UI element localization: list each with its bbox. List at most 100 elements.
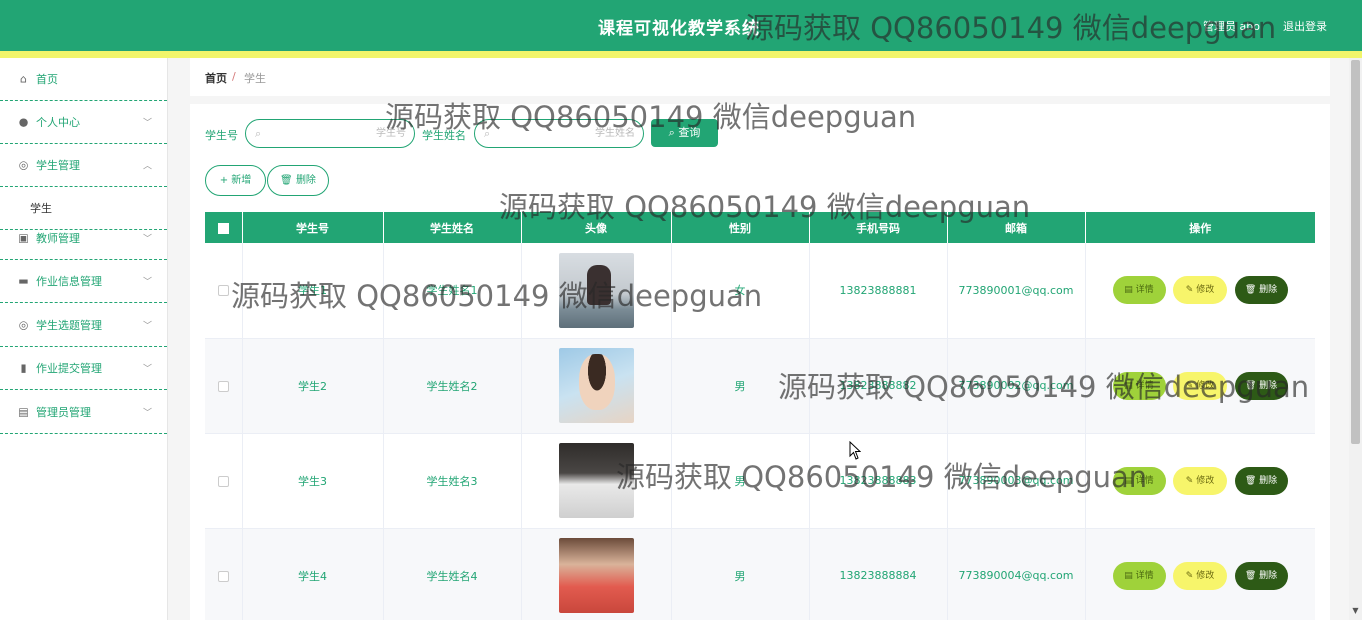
breadcrumb-separator: / xyxy=(232,70,236,83)
sidebar-item-topic-selection[interactable]: ◎ 学生选题管理 ﹀ xyxy=(0,304,167,347)
briefcase-icon: ▬ xyxy=(18,274,29,288)
edit-button[interactable]: ✎ 修改 xyxy=(1173,371,1227,400)
cell-gender: 女 xyxy=(671,243,810,339)
avatar xyxy=(558,443,634,518)
delete-label: 删除 xyxy=(1259,285,1278,296)
row-checkbox[interactable] xyxy=(217,380,229,392)
cell-phone: 13823888882 xyxy=(809,338,948,434)
batch-delete-button[interactable]: 🗑 删除 xyxy=(267,165,329,196)
cell-email: 773890001@qq.com xyxy=(947,243,1086,339)
cell-operations: ▤ 详情 ✎ 修改 🗑 删除 xyxy=(1085,243,1315,339)
main-content: 学生号 ⌕ 学生姓名 ⌕ ⌕ 查询 + 新增 🗑 删除 学生号 学生姓名 头 xyxy=(190,104,1330,620)
delete-label: 删除 xyxy=(1259,475,1278,486)
detail-button[interactable]: ▤ 详情 xyxy=(1112,371,1166,400)
breadcrumb-home[interactable]: 首页 xyxy=(205,70,227,86)
sidebar-item-label: 管理员管理 xyxy=(36,406,91,419)
detail-button[interactable]: ▤ 详情 xyxy=(1112,466,1166,495)
column-header: 邮箱 xyxy=(947,212,1086,243)
student-name-field[interactable]: ⌕ xyxy=(474,119,644,148)
sidebar-item-label: 首页 xyxy=(36,73,58,86)
add-button[interactable]: + 新增 xyxy=(205,165,266,196)
table-row: 学生3 学生姓名3 男 13823888883 773890003@qq.com… xyxy=(205,433,1315,529)
table-header-row: 学生号 学生姓名 头像 性别 手机号码 邮箱 操作 xyxy=(205,212,1315,243)
edit-label: 修改 xyxy=(1196,475,1215,486)
delete-button[interactable]: 🗑 删除 xyxy=(1234,371,1288,400)
delete-button[interactable]: 🗑 删除 xyxy=(1234,276,1288,305)
column-header: 操作 xyxy=(1189,221,1212,235)
sidebar-item-student-management[interactable]: ◎ 学生管理 ︿ xyxy=(0,144,167,187)
edit-label: 修改 xyxy=(1196,380,1215,391)
book-icon: ▮ xyxy=(20,361,27,375)
search-icon: ⌕ xyxy=(255,127,262,140)
delete-label: 删除 xyxy=(1259,380,1278,391)
student-name-label: 学生姓名 xyxy=(422,129,466,142)
table-row: 学生4 学生姓名4 男 13823888884 773890004@qq.com… xyxy=(205,528,1315,620)
sidebar-item-label: 作业提交管理 xyxy=(36,362,102,375)
mouse-cursor-icon xyxy=(849,441,861,460)
cell-student-name: 学生姓名2 xyxy=(383,338,522,434)
detail-button[interactable]: ▤ 详情 xyxy=(1112,561,1166,590)
sidebar-item-profile[interactable]: ● 个人中心 ﹀ xyxy=(0,101,167,144)
detail-label: 详情 xyxy=(1135,380,1154,391)
sidebar-subitem-label: 学生 xyxy=(30,202,52,215)
user-icon: ● xyxy=(18,115,29,129)
select-all-checkbox[interactable] xyxy=(217,222,229,234)
query-button-label: 查询 xyxy=(678,126,701,139)
detail-button[interactable]: ▤ 详情 xyxy=(1112,276,1166,305)
sidebar-item-homework-submission[interactable]: ▮ 作业提交管理 ﹀ xyxy=(0,347,167,390)
cell-email: 773890003@qq.com xyxy=(947,433,1086,529)
logout-link[interactable]: 退出登录 xyxy=(1283,18,1327,34)
sidebar-item-label: 学生管理 xyxy=(36,159,80,172)
row-checkbox[interactable] xyxy=(217,570,229,582)
student-no-label: 学生号 xyxy=(205,129,238,142)
trash-icon: 🗑 xyxy=(280,175,293,186)
query-button[interactable]: ⌕ 查询 xyxy=(651,119,718,147)
cell-student-name: 学生姓名4 xyxy=(383,528,522,620)
cell-phone: 13823888881 xyxy=(809,243,948,339)
delete-button[interactable]: 🗑 删除 xyxy=(1234,561,1288,590)
chevron-down-icon: ﹀ xyxy=(143,321,153,332)
edit-button[interactable]: ✎ 修改 xyxy=(1173,561,1227,590)
sidebar-item-label: 学生选题管理 xyxy=(36,319,102,332)
detail-label: 详情 xyxy=(1135,285,1154,296)
chevron-up-icon: ︿ xyxy=(143,161,153,172)
sidebar-item-label: 作业信息管理 xyxy=(36,275,102,288)
column-header: 学生号 xyxy=(242,212,384,243)
delete-button[interactable]: 🗑 删除 xyxy=(1234,466,1288,495)
column-header: 学生姓名 xyxy=(383,212,522,243)
avatar xyxy=(558,538,634,613)
detail-label: 详情 xyxy=(1135,570,1154,581)
cell-gender: 男 xyxy=(671,433,810,529)
avatar xyxy=(558,348,634,423)
student-no-field[interactable]: ⌕ xyxy=(245,119,415,148)
suitcase-icon: ▤ xyxy=(18,405,29,419)
table-row: 学生2 学生姓名2 男 13823888882 773890002@qq.com… xyxy=(205,338,1315,434)
select-all-header[interactable] xyxy=(205,212,243,243)
student-no-input[interactable] xyxy=(268,124,406,143)
app-title: 课程可视化教学系统 xyxy=(598,19,760,39)
sidebar-item-home[interactable]: ⌂ 首页 xyxy=(0,58,167,101)
row-checkbox[interactable] xyxy=(217,285,229,297)
cell-gender: 男 xyxy=(671,528,810,620)
cell-phone: 13823888883 xyxy=(809,433,948,529)
cell-operations: ▤ 详情 ✎ 修改 🗑 删除 xyxy=(1085,433,1315,529)
sidebar-item-label: 个人中心 xyxy=(36,116,80,129)
cell-gender: 男 xyxy=(671,338,810,434)
chevron-down-icon: ﹀ xyxy=(143,118,153,129)
sidebar-item-teacher-management[interactable]: ▣ 教师管理 ﹀ xyxy=(0,217,167,260)
edit-button[interactable]: ✎ 修改 xyxy=(1173,466,1227,495)
cell-operations: ▤ 详情 ✎ 修改 🗑 删除 xyxy=(1085,528,1315,620)
sidebar-item-admin-management[interactable]: ▤ 管理员管理 ﹀ xyxy=(0,391,167,434)
chevron-down-icon: ﹀ xyxy=(143,408,153,419)
scroll-down-arrow-icon[interactable]: ▼ xyxy=(1351,606,1360,616)
scrollbar-thumb[interactable] xyxy=(1351,60,1360,444)
column-header: 头像 xyxy=(521,212,672,243)
current-user: 管理员 abo xyxy=(1203,20,1260,33)
sidebar-item-homework-info[interactable]: ▬ 作业信息管理 ﹀ xyxy=(0,260,167,303)
edit-button[interactable]: ✎ 修改 xyxy=(1173,276,1227,305)
top-header: 课程可视化教学系统 管理员 abo 退出登录 xyxy=(0,0,1362,51)
edit-label: 修改 xyxy=(1196,285,1215,296)
row-checkbox[interactable] xyxy=(217,475,229,487)
student-name-input[interactable] xyxy=(497,124,635,143)
avatar xyxy=(558,252,634,328)
